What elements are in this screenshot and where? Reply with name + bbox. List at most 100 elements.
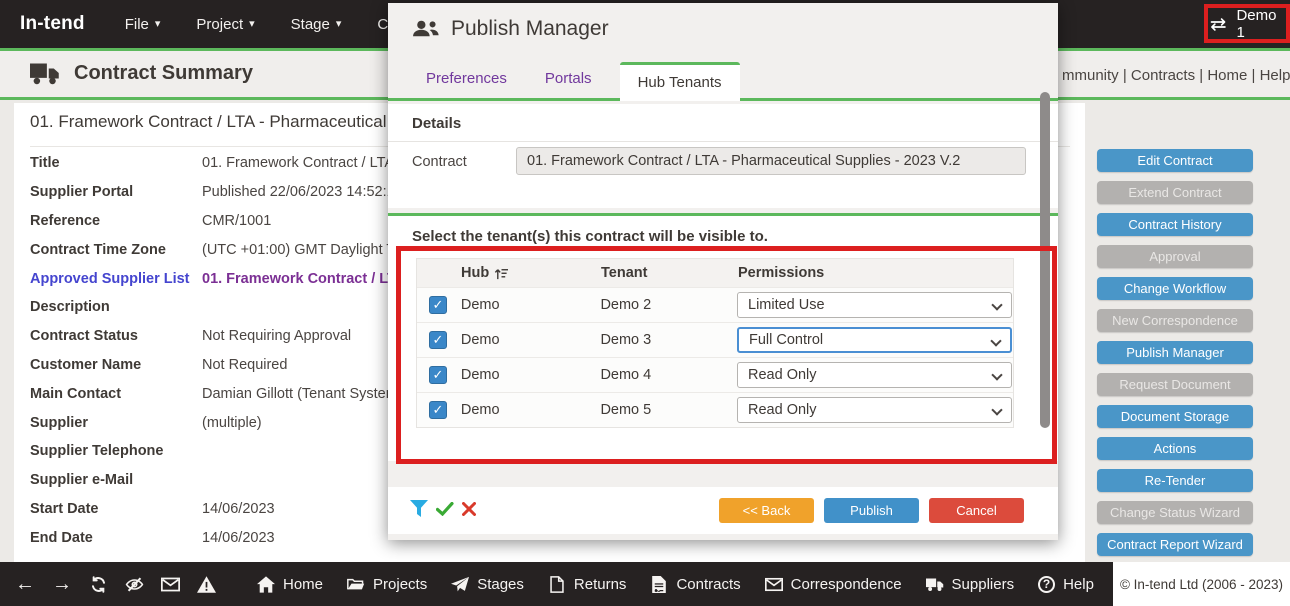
field-main-contact: Main ContactDamian Gillott (Tenant Syste… <box>30 379 424 408</box>
bottom-taskbar: ← → Home Projects Stages Returns Contrac… <box>0 562 1290 606</box>
table-header-row: Hub Tenant Permissions <box>417 259 1013 287</box>
contract-report-wizard-button[interactable]: Contract Report Wizard <box>1097 533 1253 556</box>
sort-icon <box>494 267 509 280</box>
forward-nav-icon[interactable]: → <box>52 574 72 594</box>
column-hub[interactable]: Hub <box>461 265 601 281</box>
taskbar-contracts[interactable]: Contracts <box>650 576 740 593</box>
field-end-date: End Date14/06/2023 <box>30 523 424 552</box>
publish-manager-button[interactable]: Publish Manager <box>1097 341 1253 364</box>
field-contract-status: Contract StatusNot Requiring Approval <box>30 322 424 351</box>
row-checkbox[interactable]: ✓ <box>429 401 447 419</box>
paper-plane-icon <box>451 576 469 593</box>
permissions-select[interactable]: Limited Use <box>737 292 1012 318</box>
menu-stage[interactable]: Stage▾ <box>291 16 342 33</box>
eye-slash-icon[interactable] <box>125 576 144 593</box>
summary-fields: Title01. Framework Contract / LTA - Ph S… <box>30 149 424 552</box>
truck-icon <box>926 576 944 593</box>
caret-down-icon: ▾ <box>249 19 255 30</box>
check-icon: ✓ <box>433 297 444 313</box>
header-links[interactable]: mmunity | Contracts | Home | Help <box>1062 67 1290 84</box>
change-workflow-button[interactable]: Change Workflow <box>1097 277 1253 300</box>
envelope-icon <box>765 576 783 593</box>
tab-preferences[interactable]: Preferences <box>416 70 517 98</box>
envelope-icon[interactable] <box>161 576 180 593</box>
contract-field[interactable] <box>516 147 1026 175</box>
filter-icon[interactable] <box>410 500 428 517</box>
permissions-select[interactable]: Read Only <box>737 397 1012 423</box>
column-tenant: Tenant <box>601 265 738 281</box>
field-supplier-portal: Supplier PortalPublished 22/06/2023 14:5… <box>30 178 424 207</box>
field-start-date: Start Date14/06/2023 <box>30 495 424 524</box>
row-checkbox[interactable]: ✓ <box>429 366 447 384</box>
contract-field-label: Contract <box>412 154 467 170</box>
dialog-scrollbar[interactable] <box>1040 92 1050 428</box>
dialog-title: Publish Manager <box>412 17 609 41</box>
back-nav-icon[interactable]: ← <box>15 574 35 594</box>
refresh-icon[interactable] <box>89 576 108 593</box>
action-sidebar: Edit Contract Extend Contract Contract H… <box>1097 149 1253 565</box>
actions-button[interactable]: Actions <box>1097 437 1253 460</box>
page-title: Contract Summary <box>30 62 253 85</box>
tenant-table: Hub Tenant Permissions ✓ Demo Demo 2 Lim… <box>416 258 1014 428</box>
field-supplier-email: Supplier e-Mail <box>30 466 424 495</box>
publish-button[interactable]: Publish <box>824 498 919 523</box>
taskbar-help[interactable]: ? Help <box>1038 576 1094 593</box>
field-approved-supplier-list[interactable]: Approved Supplier List01. Framework Cont… <box>30 264 424 293</box>
table-row: ✓ Demo Demo 2 Limited Use <box>417 287 1013 322</box>
tenant-section: Select the tenant(s) this contract will … <box>388 213 1058 461</box>
back-button[interactable]: << Back <box>719 498 814 523</box>
tenant-label: Demo 1 <box>1236 7 1285 41</box>
tenant-instruction: Select the tenant(s) this contract will … <box>388 216 1058 253</box>
question-circle-icon: ? <box>1038 576 1055 593</box>
table-row: ✓ Demo Demo 4 Read Only <box>417 357 1013 392</box>
taskbar-returns[interactable]: Returns <box>548 576 627 593</box>
file-contract-icon <box>650 576 668 593</box>
change-status-wizard-button: Change Status Wizard <box>1097 501 1253 524</box>
tenant-switcher[interactable]: Demo 1 <box>1209 9 1285 39</box>
field-reference: ReferenceCMR/1001 <box>30 207 424 236</box>
home-icon <box>257 576 275 593</box>
chevron-down-icon <box>991 404 1002 415</box>
publish-manager-dialog: Publish Manager Preferences Portals Hub … <box>388 3 1058 540</box>
chevron-down-icon <box>991 299 1002 310</box>
exchange-icon <box>1209 17 1227 32</box>
folder-open-icon <box>347 576 365 593</box>
new-correspondence-button: New Correspondence <box>1097 309 1253 332</box>
taskbar-correspondence[interactable]: Correspondence <box>765 576 902 593</box>
permissions-select[interactable]: Read Only <box>737 362 1012 388</box>
document-storage-button[interactable]: Document Storage <box>1097 405 1253 428</box>
approval-button: Approval <box>1097 245 1253 268</box>
check-icon: ✓ <box>433 367 444 383</box>
warning-icon[interactable] <box>197 576 216 593</box>
x-icon[interactable] <box>462 502 476 516</box>
check-icon[interactable] <box>436 502 454 516</box>
taskbar-home[interactable]: Home <box>257 576 323 593</box>
table-row: ✓ Demo Demo 5 Read Only <box>417 392 1013 427</box>
menu-project[interactable]: Project▾ <box>196 16 254 33</box>
re-tender-button[interactable]: Re-Tender <box>1097 469 1253 492</box>
table-row: ✓ Demo Demo 3 Full Control <box>417 322 1013 357</box>
row-checkbox[interactable]: ✓ <box>429 296 447 314</box>
file-icon <box>548 576 566 593</box>
cancel-button[interactable]: Cancel <box>929 498 1024 523</box>
menu-file[interactable]: File▾ <box>125 16 161 33</box>
dialog-tabs: Preferences Portals Hub Tenants <box>388 61 1058 101</box>
tab-hub-tenants[interactable]: Hub Tenants <box>620 62 740 101</box>
field-supplier-telephone: Supplier Telephone <box>30 437 424 466</box>
users-icon <box>412 19 439 39</box>
permissions-select[interactable]: Full Control <box>737 327 1012 353</box>
dialog-footer: << Back Publish Cancel <box>388 487 1058 534</box>
chevron-down-icon <box>990 335 1001 346</box>
contract-history-button[interactable]: Contract History <box>1097 213 1253 236</box>
app-brand: In-tend <box>20 13 85 35</box>
taskbar-suppliers[interactable]: Suppliers <box>926 576 1015 593</box>
caret-down-icon: ▾ <box>336 19 342 30</box>
taskbar-projects[interactable]: Projects <box>347 576 427 593</box>
edit-contract-button[interactable]: Edit Contract <box>1097 149 1253 172</box>
taskbar-stages[interactable]: Stages <box>451 576 524 593</box>
tab-portals[interactable]: Portals <box>535 70 602 98</box>
details-section: Details Contract <box>388 104 1058 208</box>
column-permissions: Permissions <box>738 265 1013 281</box>
row-checkbox[interactable]: ✓ <box>429 331 447 349</box>
copyright-notice: © In-tend Ltd (2006 - 2023) <box>1113 562 1290 606</box>
